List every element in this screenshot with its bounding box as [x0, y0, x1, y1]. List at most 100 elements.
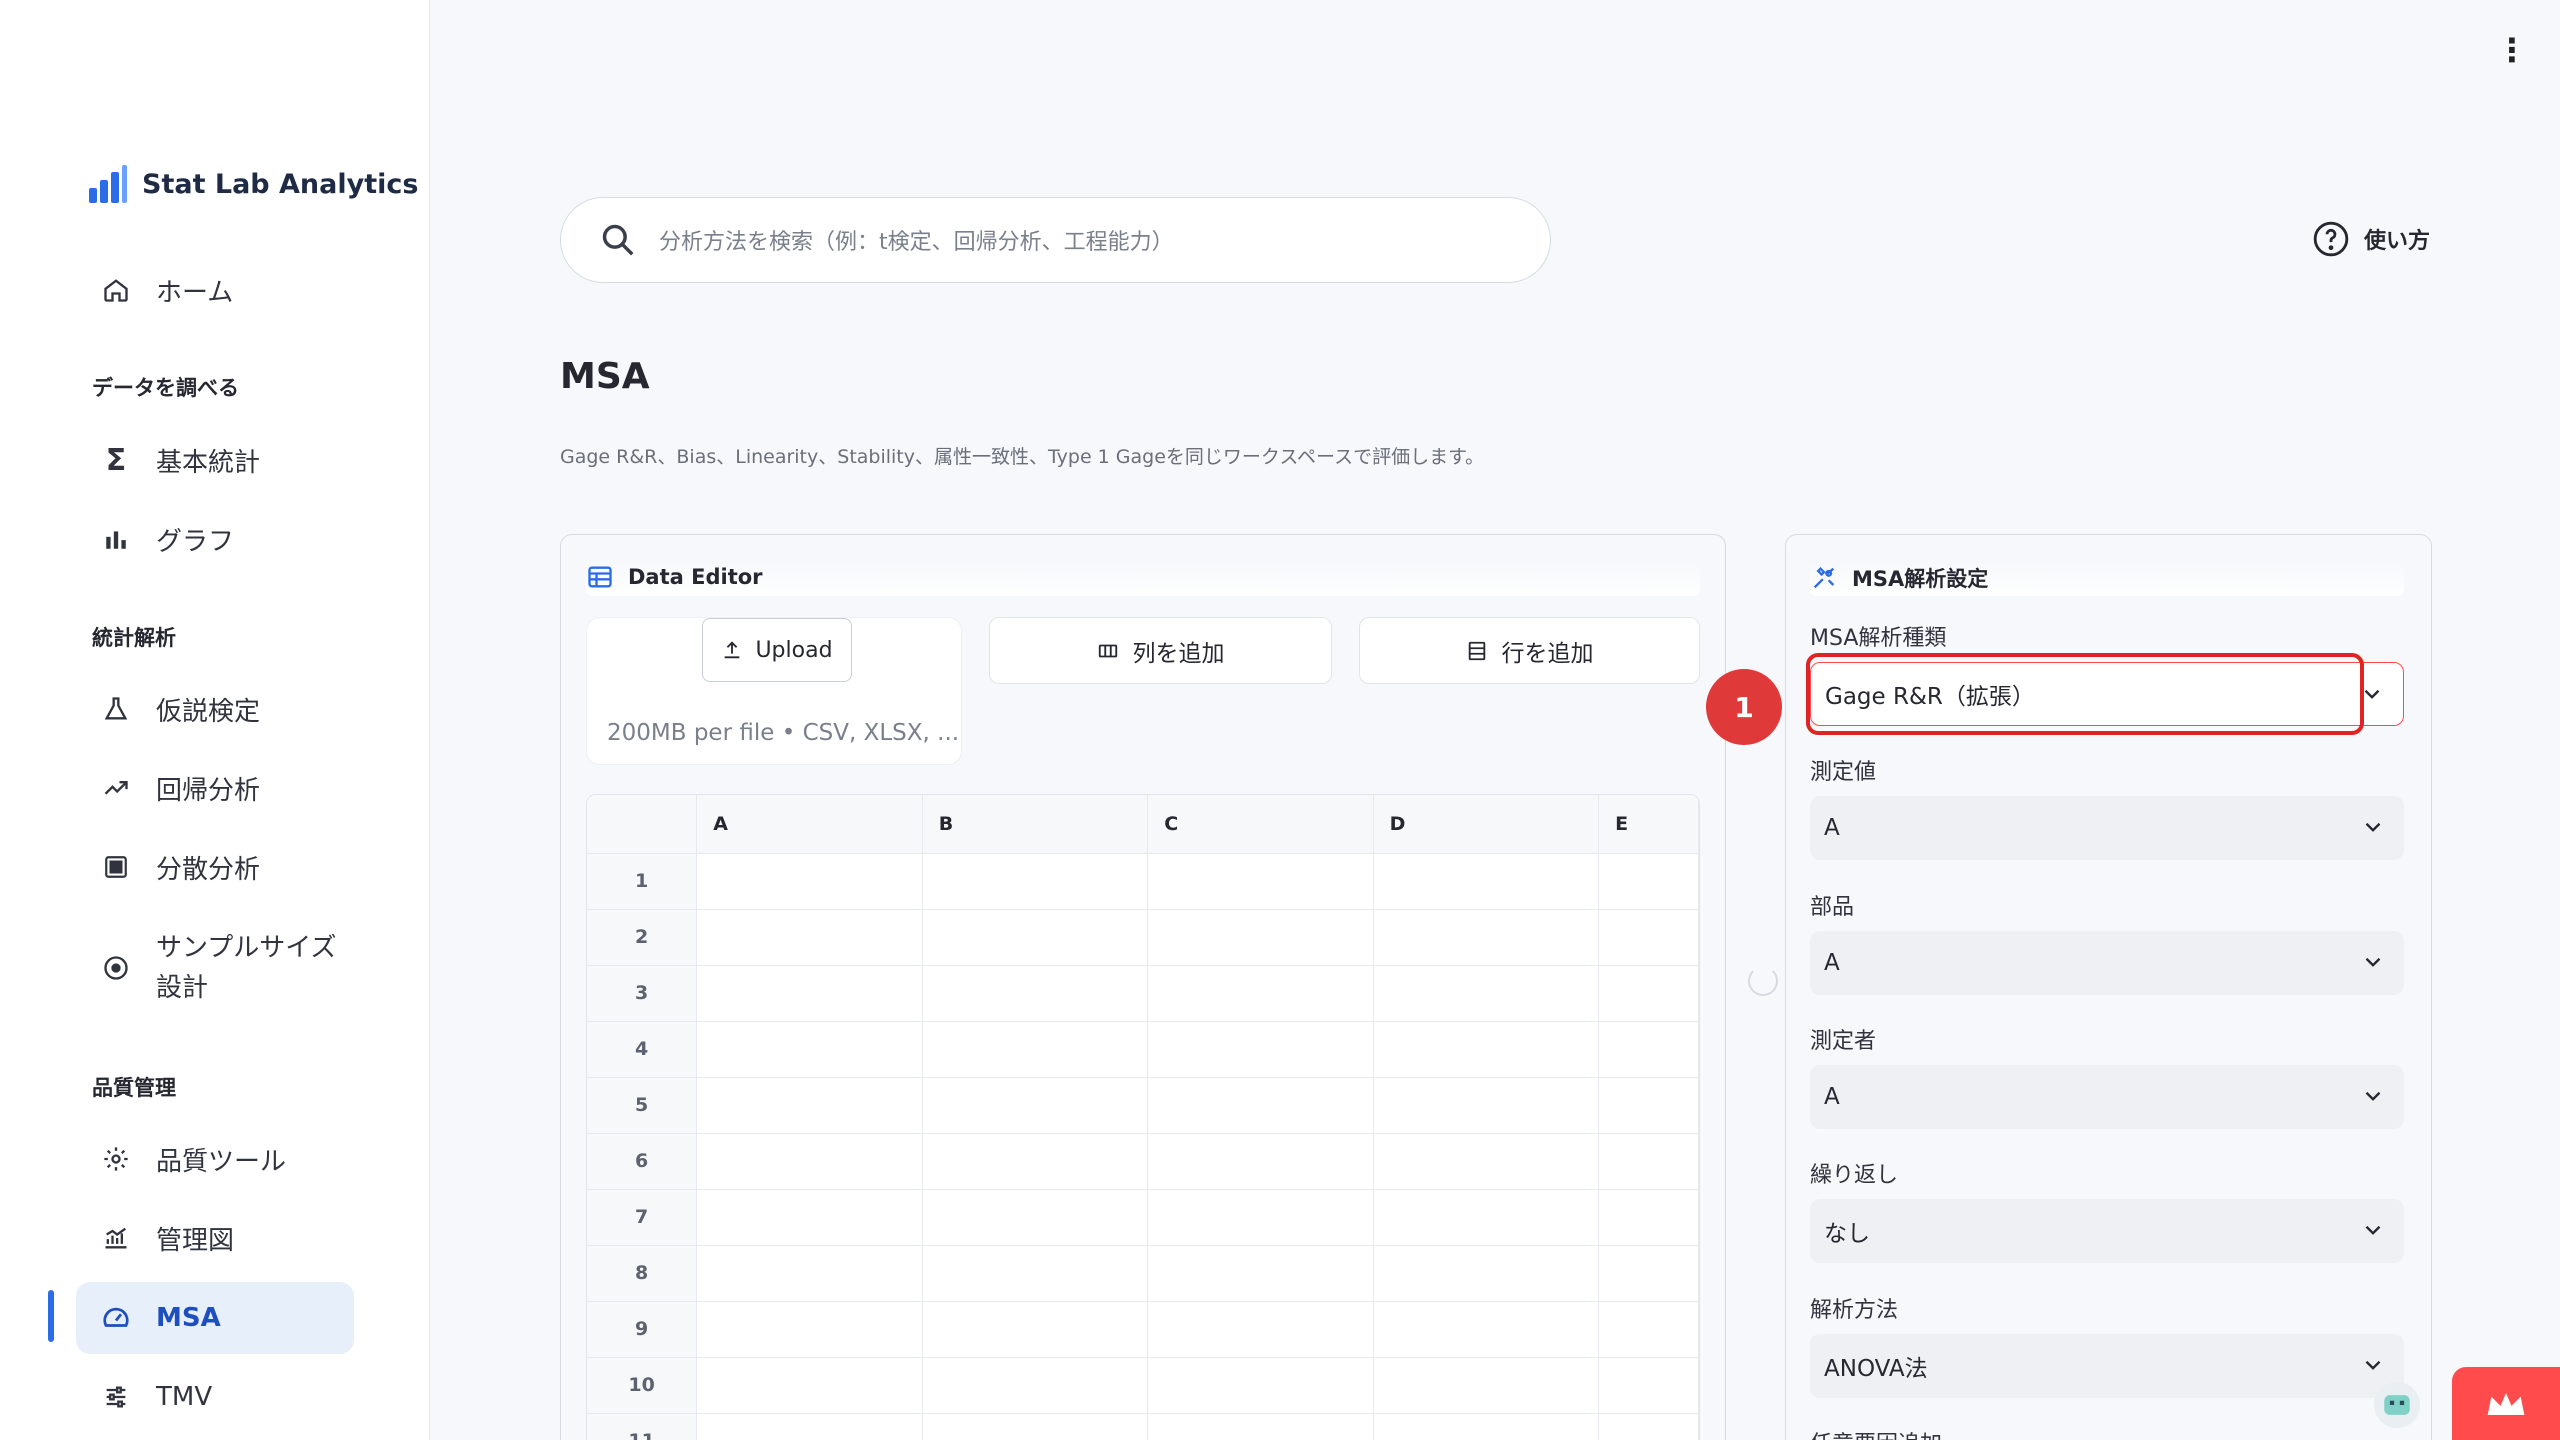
column-header[interactable]: D	[1373, 795, 1600, 854]
table-cell[interactable]	[1373, 1245, 1600, 1302]
table-cell[interactable]	[1147, 1245, 1374, 1302]
sidebar-item-sample-size[interactable]: サンプルサイズ設計	[76, 924, 354, 1012]
sidebar-item-basic-stats[interactable]: Σ 基本統計	[76, 424, 354, 496]
table-row[interactable]: 6	[587, 1133, 1699, 1190]
assistant-avatar-icon[interactable]	[2374, 1382, 2420, 1428]
table-row[interactable]: 1	[587, 853, 1699, 910]
table-cell[interactable]	[1373, 1133, 1600, 1190]
repeat-select[interactable]: なし	[1810, 1199, 2404, 1263]
table-row[interactable]: 5	[587, 1077, 1699, 1134]
table-cell[interactable]	[922, 1077, 1149, 1134]
table-cell[interactable]	[1147, 1189, 1374, 1246]
table-row[interactable]: 4	[587, 1021, 1699, 1078]
table-cell[interactable]	[922, 1189, 1149, 1246]
table-cell[interactable]	[1373, 909, 1600, 966]
table-cell[interactable]	[1373, 1021, 1600, 1078]
column-header[interactable]: A	[696, 795, 923, 854]
table-cell[interactable]	[922, 1133, 1149, 1190]
sidebar-item-msa[interactable]: MSA	[76, 1282, 354, 1354]
table-cell[interactable]	[696, 965, 923, 1022]
sidebar-item-graph[interactable]: グラフ	[76, 503, 354, 575]
table-cell[interactable]	[1373, 853, 1600, 910]
add-row-button[interactable]: 行を追加	[1359, 617, 1700, 684]
table-cell[interactable]	[696, 1077, 923, 1134]
table-cell[interactable]	[922, 909, 1149, 966]
table-cell[interactable]	[922, 1021, 1149, 1078]
table-cell[interactable]	[1147, 1413, 1374, 1440]
table-cell[interactable]	[1598, 1133, 1699, 1190]
table-cell[interactable]	[922, 1413, 1149, 1440]
table-cell[interactable]	[1598, 1413, 1699, 1440]
streamlit-crown-button[interactable]	[2452, 1367, 2560, 1440]
table-cell[interactable]	[1373, 965, 1600, 1022]
table-cell[interactable]	[696, 909, 923, 966]
table-cell[interactable]	[1598, 1077, 1699, 1134]
search-bar[interactable]: 分析方法を検索（例：t検定、回帰分析、工程能力）	[560, 197, 1551, 283]
table-cell[interactable]	[1147, 1357, 1374, 1414]
table-cell[interactable]	[1147, 853, 1374, 910]
table-cell[interactable]	[922, 1245, 1149, 1302]
sidebar-item-anova[interactable]: 分散分析	[76, 831, 354, 903]
table-cell[interactable]	[696, 853, 923, 910]
sidebar-item-quality-tools[interactable]: 品質ツール	[76, 1123, 354, 1195]
upload-button[interactable]: Upload	[702, 618, 852, 682]
table-cell[interactable]	[696, 1133, 923, 1190]
search-input[interactable]: 分析方法を検索（例：t検定、回帰分析、工程能力）	[659, 224, 1174, 256]
sidebar-item-hypothesis-test[interactable]: 仮説検定	[76, 673, 354, 745]
table-cell[interactable]	[1373, 1357, 1600, 1414]
more-options-icon[interactable]: ⋮	[2496, 34, 2528, 66]
column-header[interactable]: E	[1598, 795, 1699, 854]
table-cell[interactable]	[1147, 1301, 1374, 1358]
table-cell[interactable]	[696, 1189, 923, 1246]
table-cell[interactable]	[1373, 1301, 1600, 1358]
method-select[interactable]: ANOVA法	[1810, 1334, 2404, 1398]
table-cell[interactable]	[1598, 1021, 1699, 1078]
table-cell[interactable]	[1598, 909, 1699, 966]
brand[interactable]: Stat Lab Analytics	[88, 164, 418, 204]
table-cell[interactable]	[1147, 965, 1374, 1022]
sidebar-item-regression[interactable]: 回帰分析	[76, 752, 354, 824]
operator-select[interactable]: A	[1810, 1065, 2404, 1129]
table-row[interactable]: 8	[587, 1245, 1699, 1302]
table-row[interactable]: 2	[587, 909, 1699, 966]
table-cell[interactable]	[1598, 1301, 1699, 1358]
table-cell[interactable]	[1598, 853, 1699, 910]
table-cell[interactable]	[1147, 1077, 1374, 1134]
table-cell[interactable]	[696, 1245, 923, 1302]
sidebar-item-control-chart[interactable]: 管理図	[76, 1202, 354, 1274]
table-cell[interactable]	[922, 1301, 1149, 1358]
column-header[interactable]: C	[1147, 795, 1374, 854]
sidebar-item-home[interactable]: ホーム	[76, 254, 354, 326]
table-row[interactable]: 7	[587, 1189, 1699, 1246]
table-cell[interactable]	[1598, 965, 1699, 1022]
data-table[interactable]: A B C D E 1234567891011	[587, 795, 1699, 1440]
table-cell[interactable]	[922, 965, 1149, 1022]
table-cell[interactable]	[922, 1357, 1149, 1414]
sidebar-item-tmv[interactable]: TMV	[76, 1361, 354, 1433]
table-cell[interactable]	[1598, 1189, 1699, 1246]
data-grid[interactable]: A B C D E 1234567891011	[586, 794, 1700, 1440]
table-cell[interactable]	[1147, 909, 1374, 966]
table-cell[interactable]	[1598, 1357, 1699, 1414]
file-uploader[interactable]: Upload 200MB per file • CSV, XLSX, ...	[586, 617, 962, 765]
table-cell[interactable]	[1147, 1133, 1374, 1190]
table-cell[interactable]	[1373, 1413, 1600, 1440]
table-cell[interactable]	[1373, 1189, 1600, 1246]
table-cell[interactable]	[696, 1301, 923, 1358]
table-cell[interactable]	[1373, 1077, 1600, 1134]
column-header[interactable]: B	[922, 795, 1149, 854]
part-select[interactable]: A	[1810, 931, 2404, 995]
measurement-select[interactable]: A	[1810, 796, 2404, 860]
table-cell[interactable]	[696, 1413, 923, 1440]
add-column-button[interactable]: 列を追加	[989, 617, 1332, 684]
help-button[interactable]: 使い方	[2312, 220, 2430, 258]
table-cell[interactable]	[1147, 1021, 1374, 1078]
table-cell[interactable]	[1598, 1245, 1699, 1302]
table-row[interactable]: 10	[587, 1357, 1699, 1414]
table-cell[interactable]	[696, 1021, 923, 1078]
table-row[interactable]: 3	[587, 965, 1699, 1022]
table-cell[interactable]	[922, 853, 1149, 910]
table-row[interactable]: 9	[587, 1301, 1699, 1358]
table-row[interactable]: 11	[587, 1413, 1699, 1440]
table-cell[interactable]	[696, 1357, 923, 1414]
